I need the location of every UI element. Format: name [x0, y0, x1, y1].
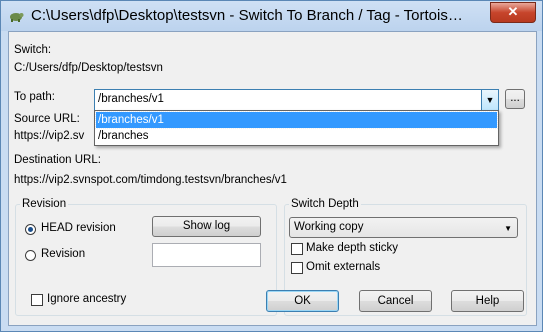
ok-button[interactable]: OK	[266, 290, 339, 312]
dropdown-option[interactable]: /branches	[96, 128, 497, 144]
show-log-button[interactable]: Show log	[152, 216, 261, 237]
revision-radio[interactable]	[25, 250, 36, 261]
browse-button[interactable]: ...	[505, 89, 525, 109]
switch-depth-value: Working copy	[294, 221, 364, 233]
revision-group-label: Revision	[20, 198, 69, 210]
source-url-value: https://vip2.sv	[14, 130, 85, 142]
to-path-label: To path:	[14, 91, 55, 103]
revision-label[interactable]: Revision	[41, 248, 85, 260]
switch-depth-select[interactable]: Working copy ▼	[289, 217, 518, 238]
make-depth-sticky-label[interactable]: Make depth sticky	[306, 242, 398, 254]
destination-url-label: Destination URL:	[14, 154, 101, 166]
dialog-body: Switch: C:/Users/dfp/Desktop/testsvn To …	[8, 31, 537, 326]
revision-input[interactable]	[152, 243, 261, 267]
destination-url-value: https://vip2.svnspot.com/timdong.testsvn…	[14, 174, 287, 186]
close-button[interactable]: ✕	[490, 2, 536, 23]
ignore-ancestry-checkbox[interactable]	[31, 294, 43, 306]
to-path-combobox[interactable]: /branches/v1 ▼	[94, 89, 499, 111]
dialog-window: C:\Users\dfp\Desktop\testsvn - Switch To…	[0, 0, 543, 332]
to-path-dropdown-list: /branches/v1 /branches	[94, 110, 499, 146]
switch-path-value: C:/Users/dfp/Desktop/testsvn	[14, 62, 163, 74]
cancel-button[interactable]: Cancel	[359, 290, 432, 312]
ignore-ancestry-label[interactable]: Ignore ancestry	[47, 293, 126, 305]
omit-externals-checkbox[interactable]	[291, 262, 303, 274]
dropdown-option-selected[interactable]: /branches/v1	[95, 111, 498, 129]
head-revision-radio[interactable]	[25, 224, 36, 235]
head-revision-label[interactable]: HEAD revision	[41, 222, 116, 234]
source-url-label: Source URL:	[14, 113, 80, 125]
title-bar[interactable]: C:\Users\dfp\Desktop\testsvn - Switch To…	[1, 1, 542, 31]
chevron-down-icon: ▼	[504, 224, 512, 233]
window-title: C:\Users\dfp\Desktop\testsvn - Switch To…	[31, 7, 463, 24]
to-path-value[interactable]: /branches/v1	[98, 93, 164, 105]
switch-label: Switch:	[14, 44, 52, 56]
chevron-down-icon[interactable]: ▼	[481, 90, 498, 110]
tortoise-app-icon	[10, 13, 24, 22]
make-depth-sticky-checkbox[interactable]	[291, 243, 303, 255]
switch-depth-group-label: Switch Depth	[289, 198, 361, 210]
omit-externals-label[interactable]: Omit externals	[306, 261, 380, 273]
help-button[interactable]: Help	[451, 290, 524, 312]
